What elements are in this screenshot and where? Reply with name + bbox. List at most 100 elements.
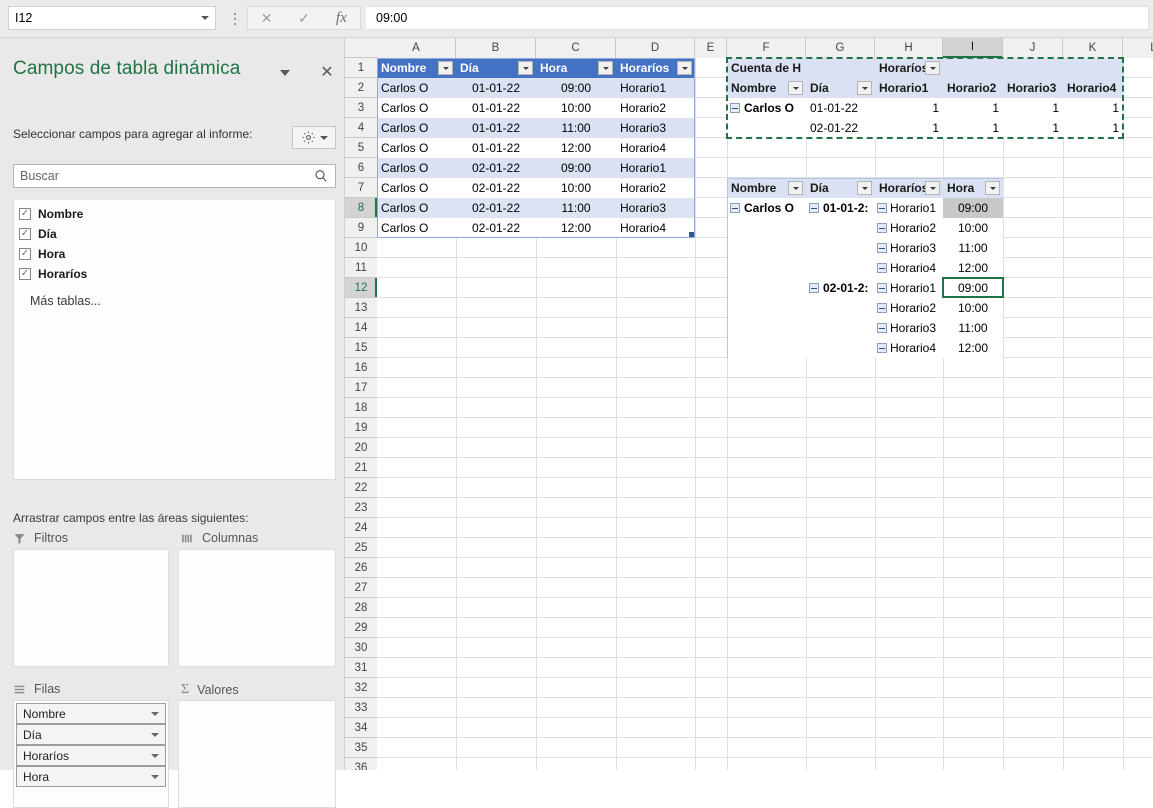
row-header-22[interactable]: 22	[345, 478, 377, 498]
source-cell[interactable]: 02-01-22	[456, 218, 536, 238]
field-pill-nombre[interactable]: Nombre	[16, 703, 166, 724]
checkbox-icon[interactable]: ✓	[19, 228, 31, 240]
row-header-17[interactable]: 17	[345, 378, 377, 398]
row-header-26[interactable]: 26	[345, 558, 377, 578]
pivot2-cell-horario[interactable]: Horario4	[875, 258, 943, 278]
chevron-down-icon[interactable]	[985, 181, 1000, 195]
source-cell[interactable]: 11:00	[536, 198, 616, 218]
collapse-minus-icon[interactable]	[809, 203, 819, 213]
pivot1-value-title[interactable]: Cuenta de H	[727, 58, 806, 78]
column-header-i[interactable]: I	[943, 38, 1003, 58]
pivot2-cell-dia[interactable]	[806, 238, 875, 258]
pivot2-cell-hora[interactable]: 12:00	[943, 338, 1003, 358]
source-cell[interactable]: 12:00	[536, 138, 616, 158]
pivot1-row-day[interactable]: 02-01-22	[806, 118, 875, 138]
row-header-21[interactable]: 21	[345, 458, 377, 478]
pivot1-row-day[interactable]: 01-01-22	[806, 98, 875, 118]
column-header-b[interactable]: B	[456, 38, 536, 58]
column-header-l[interactable]: L	[1123, 38, 1153, 58]
pivot2-header-1[interactable]: Día	[806, 178, 875, 198]
drop-area-filtros[interactable]	[13, 549, 169, 667]
drop-area-columnas[interactable]	[178, 549, 336, 667]
pivot2-cell-dia[interactable]	[806, 258, 875, 278]
row-header-13[interactable]: 13	[345, 298, 377, 318]
column-header-g[interactable]: G	[806, 38, 875, 58]
chevron-down-icon[interactable]	[319, 135, 328, 140]
chevron-down-icon[interactable]	[151, 732, 159, 737]
pivot2-cell-nombre[interactable]	[727, 238, 806, 258]
row-header-33[interactable]: 33	[345, 698, 377, 718]
pivot2-cell-horario[interactable]: Horario1	[875, 198, 943, 218]
pivot1-column-header[interactable]: Horario1	[875, 78, 943, 98]
row-header-18[interactable]: 18	[345, 398, 377, 418]
row-header-12[interactable]: 12	[345, 278, 377, 298]
source-cell[interactable]: Horario2	[616, 178, 695, 198]
source-cell[interactable]: 10:00	[536, 98, 616, 118]
collapse-minus-icon[interactable]	[877, 303, 887, 313]
column-header-h[interactable]: H	[875, 38, 943, 58]
source-cell[interactable]: Carlos O	[377, 178, 456, 198]
pivot2-cell-nombre[interactable]	[727, 258, 806, 278]
row-header-6[interactable]: 6	[345, 158, 377, 178]
row-header-32[interactable]: 32	[345, 678, 377, 698]
row-header-34[interactable]: 34	[345, 718, 377, 738]
collapse-minus-icon[interactable]	[877, 203, 887, 213]
pivot2-cell-nombre[interactable]	[727, 218, 806, 238]
pivot1-value-cell[interactable]: 1	[875, 118, 943, 138]
chevron-down-icon[interactable]	[518, 61, 533, 75]
row-header-2[interactable]: 2	[345, 78, 377, 98]
chevron-down-icon[interactable]	[598, 61, 613, 75]
source-cell[interactable]: 09:00	[536, 78, 616, 98]
pivot1-value-cell[interactable]: 1	[1003, 98, 1063, 118]
pivot2-cell-dia[interactable]	[806, 298, 875, 318]
row-header-15[interactable]: 15	[345, 338, 377, 358]
pivot2-cell-nombre[interactable]	[727, 318, 806, 338]
spreadsheet-grid[interactable]: ABCDEFGHIJKL 123456789101112131415161718…	[345, 38, 1153, 770]
row-header-16[interactable]: 16	[345, 358, 377, 378]
source-cell[interactable]: 10:00	[536, 178, 616, 198]
pivot2-header-0[interactable]: Nombre	[727, 178, 806, 198]
source-cell[interactable]: Carlos O	[377, 138, 456, 158]
collapse-minus-icon[interactable]	[730, 103, 740, 113]
chevron-down-icon[interactable]	[151, 711, 159, 716]
row-header-29[interactable]: 29	[345, 618, 377, 638]
pivot2-cell-hora[interactable]: 09:00	[943, 278, 1003, 298]
source-cell[interactable]: Horario2	[616, 98, 695, 118]
pivot1-column-header[interactable]: Horario4	[1063, 78, 1123, 98]
source-cell[interactable]: Carlos O	[377, 118, 456, 138]
fx-icon[interactable]: fx	[323, 7, 360, 29]
row-header-4[interactable]: 4	[345, 118, 377, 138]
pivot2-cell-dia[interactable]	[806, 218, 875, 238]
source-cell[interactable]: Horario4	[616, 218, 695, 238]
chevron-down-icon[interactable]	[925, 181, 940, 195]
pivot1-value-cell[interactable]: 1	[1063, 98, 1123, 118]
pivot2-cell-hora[interactable]: 11:00	[943, 318, 1003, 338]
pivot1-row-name[interactable]	[727, 118, 806, 138]
source-header-0[interactable]: Nombre	[377, 58, 456, 78]
chevron-down-icon[interactable]	[925, 61, 940, 75]
collapse-minus-icon[interactable]	[877, 283, 887, 293]
row-header-28[interactable]: 28	[345, 598, 377, 618]
name-box[interactable]: I12	[8, 6, 216, 30]
close-icon[interactable]: ✕	[248, 7, 285, 29]
pivot1-value-cell[interactable]: 1	[943, 118, 1003, 138]
source-cell[interactable]: 11:00	[536, 118, 616, 138]
column-header-f[interactable]: F	[727, 38, 806, 58]
row-header-27[interactable]: 27	[345, 578, 377, 598]
source-cell[interactable]: Carlos O	[377, 78, 456, 98]
chevron-down-icon[interactable]	[788, 81, 803, 95]
source-cell[interactable]: 01-01-22	[456, 138, 536, 158]
row-header-11[interactable]: 11	[345, 258, 377, 278]
cell-area[interactable]: Nombre Día Hora Horaríos Carlos O 01-01-22 09:…	[377, 57, 1153, 770]
collapse-minus-icon[interactable]	[877, 243, 887, 253]
row-header-23[interactable]: 23	[345, 498, 377, 518]
pivot1-row-header-dia[interactable]: Día	[806, 78, 875, 98]
row-header-35[interactable]: 35	[345, 738, 377, 758]
row-header-31[interactable]: 31	[345, 658, 377, 678]
collapse-minus-icon[interactable]	[809, 283, 819, 293]
chevron-down-icon[interactable]	[151, 753, 159, 758]
chevron-down-icon[interactable]	[195, 16, 209, 20]
pivot2-cell-nombre[interactable]	[727, 278, 806, 298]
row-header-36[interactable]: 36	[345, 758, 377, 770]
field-item-hora[interactable]: ✓ Hora	[14, 244, 335, 264]
